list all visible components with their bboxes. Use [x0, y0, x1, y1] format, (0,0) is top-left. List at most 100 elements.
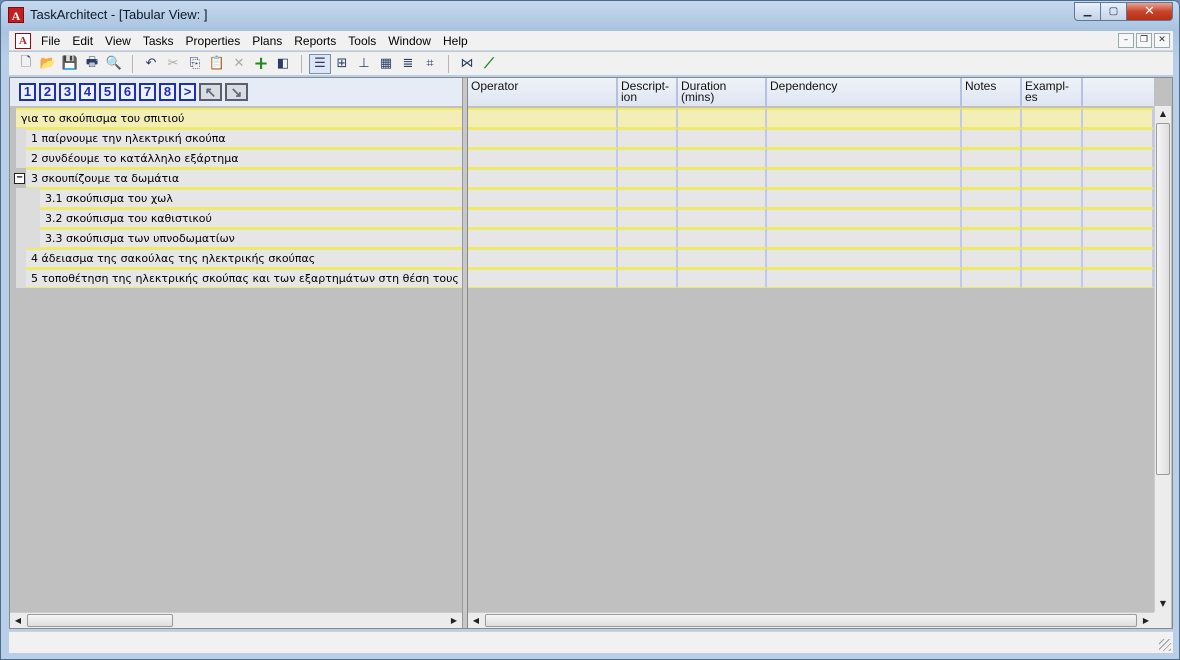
task-label[interactable]: 3 σκουπίζουμε τα δωμάτια: [26, 168, 462, 188]
scroll-thumb[interactable]: [485, 614, 1137, 627]
save-icon[interactable]: 💾: [59, 54, 81, 74]
grid-cell[interactable]: [618, 268, 678, 288]
document-icon[interactable]: A: [15, 32, 31, 49]
grid-cell[interactable]: [767, 128, 962, 148]
add-task-icon[interactable]: +: [250, 53, 272, 74]
new-icon[interactable]: 🗋: [15, 54, 37, 74]
column-header-notes[interactable]: Notes: [962, 78, 1022, 106]
grid-cell[interactable]: [962, 148, 1022, 168]
grid-row[interactable]: [468, 248, 1154, 268]
grid-cell[interactable]: [1022, 128, 1083, 148]
grid-cell[interactable]: [618, 168, 678, 188]
grid-row[interactable]: [468, 128, 1154, 148]
task-row[interactable]: για το σκούπισμα του σπιτιού: [10, 108, 462, 128]
grid-cell[interactable]: [678, 168, 767, 188]
grid-cell[interactable]: [1022, 168, 1083, 188]
grid-row[interactable]: [468, 228, 1154, 248]
tree-view-icon[interactable]: ⊞: [331, 54, 353, 74]
task-label[interactable]: 5 τοποθέτηση της ηλεκτρικής σκούπας και …: [26, 268, 462, 288]
level-6-button[interactable]: 6: [119, 83, 136, 101]
grid-cell[interactable]: [678, 228, 767, 248]
task-row[interactable]: 3.1 σκούπισμα του χωλ: [10, 188, 462, 208]
cut-icon[interactable]: ✂: [162, 54, 184, 74]
scroll-left-icon[interactable]: ◀: [10, 613, 26, 628]
outline-view-icon[interactable]: ≣: [397, 54, 419, 74]
maximize-button[interactable]: ▢: [1101, 2, 1127, 21]
grid-cell[interactable]: [767, 248, 962, 268]
scroll-down-icon[interactable]: ▼: [1155, 596, 1171, 612]
grid-row[interactable]: [468, 108, 1154, 128]
grid-cell[interactable]: [618, 228, 678, 248]
minimize-button[interactable]: ▁: [1074, 2, 1101, 21]
grid-cell[interactable]: [1022, 208, 1083, 228]
tree-horizontal-scrollbar[interactable]: ◀ ▶: [10, 612, 462, 628]
grid-cell[interactable]: [767, 108, 962, 128]
menu-tools[interactable]: Tools: [342, 31, 382, 51]
mdi-restore-button[interactable]: ❐: [1136, 33, 1152, 48]
grid-cell[interactable]: [468, 168, 618, 188]
grid-cell[interactable]: [678, 208, 767, 228]
grid-cell[interactable]: [678, 108, 767, 128]
grid-cell[interactable]: [618, 128, 678, 148]
grid-row[interactable]: [468, 168, 1154, 188]
menu-window[interactable]: Window: [382, 31, 437, 51]
task-label[interactable]: 3.3 σκούπισμα των υπνοδωματίων: [40, 228, 462, 248]
task-label[interactable]: 3.1 σκούπισμα του χωλ: [40, 188, 462, 208]
level-7-button[interactable]: 7: [139, 83, 156, 101]
grid-cell[interactable]: [1083, 208, 1154, 228]
grid-cell[interactable]: [962, 208, 1022, 228]
grid-cell[interactable]: [1022, 228, 1083, 248]
level-4-button[interactable]: 4: [79, 83, 96, 101]
task-label[interactable]: 4 άδειασμα της σακούλας της ηλεκτρικής σ…: [26, 248, 462, 268]
grid-cell[interactable]: [678, 128, 767, 148]
grid-cell[interactable]: [678, 148, 767, 168]
title-bar[interactable]: A TaskArchitect - [Tabular View: ] ▁ ▢ ✕: [1, 1, 1179, 29]
grid-cell[interactable]: [767, 148, 962, 168]
tabular-view-icon[interactable]: ☰: [309, 53, 331, 74]
level-3-button[interactable]: 3: [59, 83, 76, 101]
task-row[interactable]: 3.3 σκούπισμα των υπνοδωματίων: [10, 228, 462, 248]
grid-cell[interactable]: [468, 148, 618, 168]
menu-help[interactable]: Help: [437, 31, 474, 51]
grid-cell[interactable]: [1022, 148, 1083, 168]
chart-view-icon[interactable]: ⌗: [419, 54, 441, 74]
task-row[interactable]: 3.2 σκούπισμα του καθιστικού: [10, 208, 462, 228]
menu-tasks[interactable]: Tasks: [137, 31, 180, 51]
grid-cell[interactable]: [1083, 248, 1154, 268]
grid-row[interactable]: [468, 208, 1154, 228]
panel-toggle-icon[interactable]: ◧: [272, 54, 294, 74]
promote-arrow-icon[interactable]: ↖: [199, 83, 222, 101]
grid-cell[interactable]: [1083, 268, 1154, 288]
open-icon[interactable]: 📂: [37, 54, 59, 74]
grid-view-icon[interactable]: ▦: [375, 54, 397, 74]
level-1-button[interactable]: 1: [19, 83, 36, 101]
menu-properties[interactable]: Properties: [180, 31, 247, 51]
grid-cell[interactable]: [618, 188, 678, 208]
scroll-thumb[interactable]: [1156, 123, 1170, 475]
grid-cell[interactable]: [767, 208, 962, 228]
grid-cell[interactable]: [468, 268, 618, 288]
grid-cell[interactable]: [468, 108, 618, 128]
grid-row[interactable]: [468, 148, 1154, 168]
menu-view[interactable]: View: [99, 31, 137, 51]
grid-cell[interactable]: [1022, 248, 1083, 268]
grid-cell[interactable]: [618, 148, 678, 168]
task-row[interactable]: 4 άδειασμα της σακούλας της ηλεκτρικής σ…: [10, 248, 462, 268]
undo-icon[interactable]: ↶: [140, 54, 162, 74]
menu-edit[interactable]: Edit: [66, 31, 99, 51]
grid-cell[interactable]: [767, 268, 962, 288]
demote-arrow-icon[interactable]: ↘: [225, 83, 248, 101]
diagram-icon[interactable]: ⟋: [478, 54, 500, 74]
menu-reports[interactable]: Reports: [288, 31, 342, 51]
task-row[interactable]: 1 παίρνουμε την ηλεκτρική σκούπα: [10, 128, 462, 148]
grid-horizontal-scrollbar[interactable]: ◀ ▶: [468, 612, 1154, 628]
column-header-description[interactable]: Descript- ion: [618, 78, 678, 106]
grid-cell[interactable]: [962, 228, 1022, 248]
grid-cell[interactable]: [1022, 108, 1083, 128]
level-2-button[interactable]: 2: [39, 83, 56, 101]
task-label[interactable]: 1 παίρνουμε την ηλεκτρική σκούπα: [26, 128, 462, 148]
grid-cell[interactable]: [618, 248, 678, 268]
column-header-dependency[interactable]: Dependency: [767, 78, 962, 106]
grid-cell[interactable]: [962, 268, 1022, 288]
grid-cell[interactable]: [962, 108, 1022, 128]
